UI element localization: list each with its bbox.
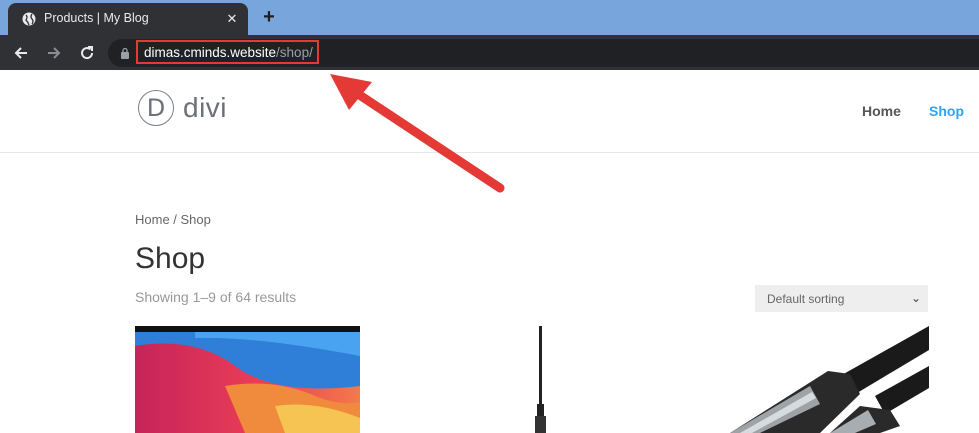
back-arrow-icon[interactable] — [11, 43, 31, 63]
url-path: /shop/ — [276, 45, 313, 60]
tab-title: Products | My Blog — [44, 11, 149, 25]
url-highlight-box: dimas.cminds.website/shop/ — [136, 40, 319, 64]
product-image-wallpaper[interactable] — [135, 326, 360, 433]
close-icon[interactable]: ✕ — [224, 11, 240, 27]
sorting-select[interactable]: Default sorting ⌄ — [755, 285, 928, 312]
lock-icon — [121, 47, 129, 59]
result-count: Showing 1–9 of 64 results — [135, 289, 297, 305]
new-tab-button[interactable]: + — [258, 6, 280, 28]
url-text[interactable]: dimas.cminds.website/shop/ — [144, 45, 313, 60]
product-image-xlr-cable[interactable] — [700, 326, 929, 433]
page-title: Shop — [135, 242, 206, 275]
browser-tab[interactable]: Products | My Blog ✕ — [8, 3, 248, 35]
sorting-selected: Default sorting — [767, 292, 845, 306]
antenna-image — [535, 326, 546, 433]
forward-arrow-icon[interactable] — [44, 43, 64, 63]
reload-icon[interactable] — [77, 43, 97, 63]
chevron-down-icon: ⌄ — [911, 291, 922, 305]
url-host: dimas.cminds.website — [144, 45, 277, 60]
logo-word: divi — [183, 92, 228, 123]
browser-toolbar: dimas.cminds.website/shop/ — [0, 35, 979, 70]
product-image-antenna[interactable] — [510, 326, 570, 433]
xlr-cable-image — [730, 326, 929, 433]
wallpaper-image — [135, 326, 360, 433]
site-header: D divi Home Shop — [0, 70, 979, 153]
logo-letter: D — [146, 94, 166, 122]
address-bar[interactable]: dimas.cminds.website/shop/ — [108, 39, 979, 67]
browser-tab-strip: Products | My Blog ✕ + — [0, 0, 979, 35]
breadcrumb: Home / Shop — [135, 212, 211, 227]
nav-shop-link[interactable]: Shop — [929, 103, 964, 119]
nav-home-link[interactable]: Home — [862, 103, 901, 119]
globe-icon — [22, 12, 36, 26]
